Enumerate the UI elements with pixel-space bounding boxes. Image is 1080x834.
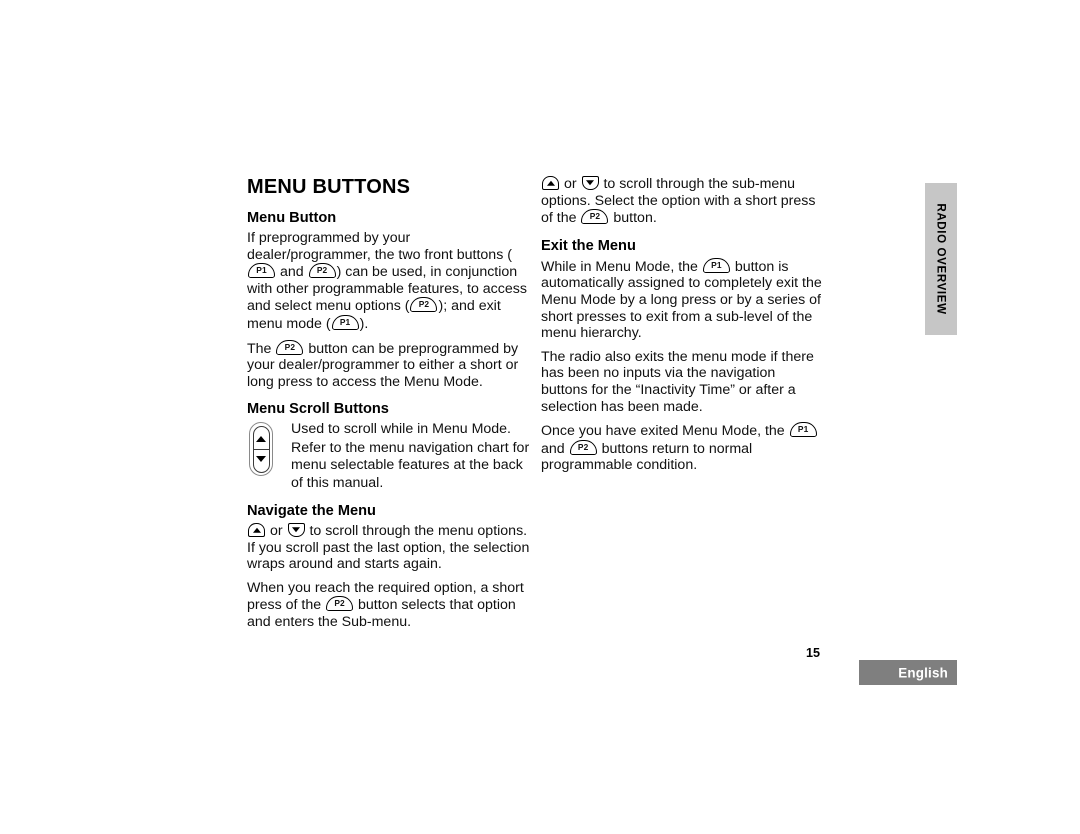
p1-button-icon: P1 xyxy=(331,314,359,330)
page-number: 15 xyxy=(806,646,821,660)
paragraph-navigate-2: When you reach the required option, a sh… xyxy=(247,580,531,631)
side-thumb-tab-radio-overview: RADIO OVERVIEW xyxy=(925,183,957,335)
heading-exit-the-menu: Exit the Menu xyxy=(541,237,636,254)
paragraph-exit-3: Once you have exited Menu Mode, the P1 a… xyxy=(541,422,825,474)
p2-button-icon: P2 xyxy=(308,263,336,279)
page-title: MENU BUTTONS xyxy=(247,176,411,198)
menu-scroll-rocker-switch-icon xyxy=(249,422,273,477)
right-column: or to scroll through the sub-menu option… xyxy=(541,176,825,481)
text-fragment: The xyxy=(247,340,276,357)
paragraph-menu-button-1: If preprogrammed by your dealer/programm… xyxy=(247,230,531,333)
manual-page: MENU BUTTONS Menu Button If preprogramme… xyxy=(0,0,1080,834)
scroll-description-line-1: Used to scroll while in Menu Mode. xyxy=(291,421,512,438)
heading-navigate-the-menu: Navigate the Menu xyxy=(247,502,376,519)
p2-button-icon: P2 xyxy=(326,596,354,612)
language-badge: English xyxy=(859,660,957,685)
p2-button-icon: P2 xyxy=(410,297,438,313)
text-fragment: or xyxy=(560,176,581,192)
text-fragment: and xyxy=(541,440,569,457)
left-column: MENU BUTTONS Menu Button If preprogramme… xyxy=(247,176,531,638)
text-fragment: and xyxy=(276,264,308,281)
language-label: English xyxy=(898,665,948,680)
p2-button-icon: P2 xyxy=(581,209,609,225)
paragraph-menu-button-2: The P2 button can be preprogrammed by yo… xyxy=(247,339,531,391)
p2-button-icon: P2 xyxy=(276,339,304,355)
p1-button-icon: P1 xyxy=(248,263,275,279)
up-arrow-key-icon xyxy=(248,522,265,537)
rocker-up-triangle-icon xyxy=(256,436,266,443)
rocker-down-triangle-icon xyxy=(256,456,266,463)
text-fragment: button. xyxy=(609,210,657,227)
scroll-description-line-2: Refer to the menu navigation chart for m… xyxy=(291,439,530,491)
paragraph-exit-2: The radio also exits the menu mode if th… xyxy=(541,348,814,415)
text-fragment: While in Menu Mode, the xyxy=(541,258,702,275)
rocker-divider xyxy=(252,449,270,451)
paragraph-exit-1: While in Menu Mode, the P1 button is aut… xyxy=(541,257,825,342)
up-arrow-key-icon xyxy=(542,176,559,190)
menu-scroll-illustration-block: Used to scroll while in Menu Mode. Refer… xyxy=(247,421,531,492)
text-fragment: Once you have exited Menu Mode, the xyxy=(541,423,789,440)
text-fragment: ). xyxy=(359,315,369,332)
paragraph-submenu-scroll: or to scroll through the sub-menu option… xyxy=(541,176,825,227)
text-fragment: or xyxy=(266,522,287,539)
down-arrow-key-icon xyxy=(581,176,599,190)
down-arrow-key-icon xyxy=(287,522,305,537)
text-fragment: If preprogrammed by your dealer/programm… xyxy=(247,230,512,263)
p2-button-icon: P2 xyxy=(569,439,597,455)
paragraph-navigate-1: or to scroll through the menu options. I… xyxy=(247,522,531,573)
heading-menu-button: Menu Button xyxy=(247,210,337,226)
side-tab-label: RADIO OVERVIEW xyxy=(934,203,948,315)
heading-menu-scroll-buttons: Menu Scroll Buttons xyxy=(247,401,389,418)
p1-button-icon: P1 xyxy=(702,257,730,273)
p1-button-icon: P1 xyxy=(789,422,817,438)
